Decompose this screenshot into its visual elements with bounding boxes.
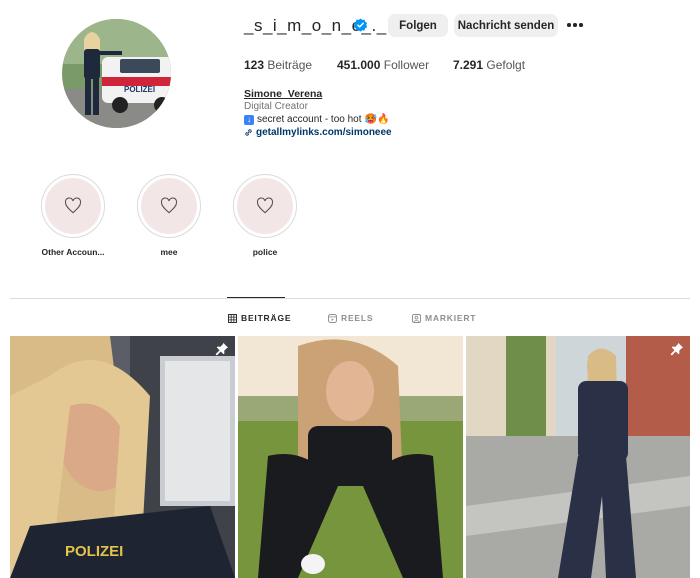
follow-button[interactable]: Folgen (388, 14, 448, 37)
post-overlay-text: POLIZEI (65, 543, 123, 560)
followers-count[interactable]: 451.000 Follower (337, 58, 429, 72)
active-tab-indicator (227, 297, 285, 298)
tab-tagged[interactable]: MARKIERT (412, 312, 476, 324)
posts-count-label: Beiträge (267, 58, 313, 72)
highlight-mee[interactable]: mee (137, 174, 201, 257)
tagged-icon (412, 313, 421, 323)
posts-count: 123 Beiträge (244, 58, 312, 72)
pinned-icon (215, 342, 229, 356)
following-count-label: Gefolgt (486, 58, 526, 72)
svg-text:POLIZEI: POLIZEI (124, 85, 155, 94)
post-thumbnail[interactable]: POLIZEI (10, 336, 235, 578)
highlight-label: police (252, 247, 278, 257)
tab-reels[interactable]: REELS (328, 312, 373, 324)
message-button[interactable]: Nachricht senden (454, 14, 558, 37)
tabs-divider (10, 298, 690, 299)
verified-badge-icon (353, 18, 368, 32)
grid-icon (228, 313, 237, 323)
bio-name: Simone_Verena (244, 88, 323, 100)
bio-category: Digital Creator (244, 101, 308, 112)
pinned-icon (670, 342, 684, 356)
reels-icon (328, 313, 337, 323)
following-count-value: 7.291 (453, 58, 484, 72)
following-count[interactable]: 7.291 Gefolgt (453, 58, 525, 72)
posts-count-value: 123 (244, 58, 265, 72)
bio-link-text[interactable]: getallmylinks.com/simoneee (256, 127, 392, 138)
bio-text-content: secret account - too hot (257, 114, 362, 125)
down-arrow-icon: ↓ (244, 114, 254, 125)
profile-avatar[interactable]: POLIZEI (62, 19, 171, 128)
highlight-police[interactable]: police (233, 174, 297, 257)
tab-label: BEITRÄGE (241, 313, 292, 323)
heart-icon (160, 197, 178, 214)
post-thumbnail[interactable] (238, 336, 463, 578)
tab-label: REELS (341, 313, 374, 323)
highlight-label: Other Accoun... (41, 247, 105, 257)
bio-emojis: 🥵🔥 (364, 114, 390, 125)
followers-count-value: 451.000 (337, 58, 381, 72)
post-thumbnail[interactable] (466, 336, 690, 578)
followers-count-label: Follower (383, 58, 430, 72)
bio-text: ↓ secret account - too hot 🥵🔥 (244, 114, 389, 125)
bio-link[interactable]: getallmylinks.com/simoneee (244, 127, 392, 138)
more-options-icon[interactable] (565, 17, 585, 33)
heart-icon (64, 197, 82, 214)
tab-posts[interactable]: BEITRÄGE (228, 312, 291, 324)
heart-icon (256, 197, 274, 214)
tab-label: MARKIERT (425, 313, 477, 323)
highlight-label: mee (160, 247, 178, 257)
link-icon (245, 129, 252, 136)
highlight-other-accounts[interactable]: Other Accoun... (41, 174, 105, 257)
